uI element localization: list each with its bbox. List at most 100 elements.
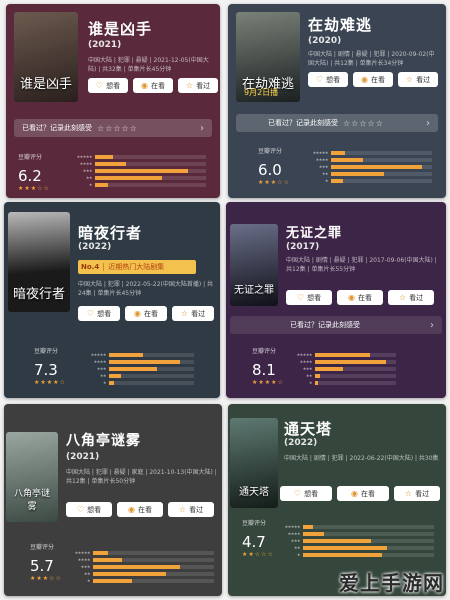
rating-bar-track <box>331 157 432 162</box>
want-to-watch-button[interactable]: ♡ 想看 <box>88 78 128 93</box>
drama-year: (2022) <box>284 438 318 448</box>
star-level-icon: ★★★ <box>302 366 313 371</box>
rating-bar-fill <box>303 552 382 557</box>
star-level-icon: ★★★★★ <box>76 154 93 159</box>
star-level-icon: ★★ <box>321 171 329 176</box>
rating-distribution: ★★★★★ ★★★★ ★★★ ★★ ★ <box>312 150 432 185</box>
rating-bar-fill <box>331 150 346 155</box>
rating-bar-track <box>93 550 214 555</box>
rating-score: 7.3 <box>34 361 58 379</box>
rating-distribution: ★★★★★ ★★★★ ★★★ ★★ ★ <box>90 352 194 387</box>
rating-bar-track <box>95 175 206 180</box>
watching-icon: ◉ <box>134 309 141 318</box>
rating-score: 8.1 <box>252 361 276 379</box>
watched-button[interactable]: ☆ 看过 <box>178 78 218 93</box>
rating-bar-row: ★★★★ <box>76 161 206 166</box>
rating-bar-row: ★★★★ <box>90 359 194 364</box>
rating-bar-track <box>315 380 396 385</box>
rating-stars-input[interactable]: ☆☆☆☆☆ <box>97 124 138 133</box>
rating-bar-fill <box>93 557 123 562</box>
rating-bar-fill <box>95 175 162 180</box>
watching-label: 在看 <box>143 309 158 318</box>
rating-bar-fill <box>315 359 387 364</box>
rating-bar-track <box>331 178 432 183</box>
want-to-watch-button[interactable]: ♡ 想看 <box>280 486 332 501</box>
rating-block: 豆瓣评分 7.3 ★★★★☆ <box>34 346 66 386</box>
drama-title: 通天塔 <box>284 420 333 438</box>
rating-block: 豆瓣评分 6.0 ★★★☆☆ <box>258 146 290 186</box>
rating-bar-row: ★ <box>312 178 432 183</box>
rating-bar-fill <box>331 178 344 183</box>
want-label: 想看 <box>97 309 112 318</box>
watched-label: 看过 <box>191 309 206 318</box>
drama-card-4: 无证之罪 无证之罪 (2017) 中国大陆 | 剧情 | 悬疑 | 犯罪 | 2… <box>226 202 446 398</box>
star-level-icon: ★★★★★ <box>90 352 107 357</box>
want-to-watch-button[interactable]: ♡ 想看 <box>66 502 112 517</box>
rating-block: 豆瓣评分 6.2 ★★★☆☆ <box>18 152 50 192</box>
star-level-icon: ★★★★★ <box>312 150 329 155</box>
watching-button[interactable]: ◉ 在看 <box>337 486 389 501</box>
rating-score: 6.2 <box>18 167 42 185</box>
watching-button[interactable]: ◉ 在看 <box>353 72 393 87</box>
star-level-icon: ★★★★ <box>93 359 107 364</box>
watched-button[interactable]: ☆ 看过 <box>172 306 214 321</box>
poster[interactable]: 谁是凶手 <box>14 12 78 102</box>
star-level-icon: ★★ <box>293 545 301 550</box>
watermark-text: 爱上手游网 <box>339 571 444 595</box>
rating-bar-fill <box>109 380 115 385</box>
watching-button[interactable]: ◉ 在看 <box>125 306 167 321</box>
watching-icon: ◉ <box>141 81 148 90</box>
poster[interactable]: 八角亭谜雾 <box>6 432 58 522</box>
rating-block: 豆瓣评分 8.1 ★★★★☆ <box>252 346 284 386</box>
rank-text: 近期热门大陆剧集 <box>108 263 165 271</box>
rate-now-bar[interactable]: 已看过？记录此刻感受 ☆☆☆☆☆ › <box>14 119 212 137</box>
star-icon: ☆ <box>185 81 194 90</box>
rating-label: 豆瓣评分 <box>34 348 59 355</box>
drama-title: 在劫难逃 <box>308 16 373 34</box>
watched-label: 看过 <box>416 75 431 84</box>
rating-mini-stars: ★★★★☆ <box>34 379 66 386</box>
rating-mini-stars: ★★★★☆ <box>252 379 284 386</box>
watched-button[interactable]: ☆ 看过 <box>398 72 438 87</box>
action-buttons: ♡ 想看 ◉ 在看 ☆ 看过 <box>280 486 440 501</box>
poster[interactable]: 在劫难逃 9月2日播 <box>236 12 300 102</box>
star-icon: ☆ <box>404 489 413 498</box>
rate-now-bar[interactable]: 已看过？记录此刻感受 › <box>230 316 442 334</box>
rating-bar-fill <box>109 352 143 357</box>
rating-bar-row: ★ <box>284 552 434 557</box>
poster-text: 谁是凶手 <box>19 77 72 92</box>
watching-button[interactable]: ◉ 在看 <box>337 290 383 305</box>
rating-distribution: ★★★★★ ★★★★ ★★★ ★★ ★ <box>76 154 206 189</box>
rating-bar-fill <box>109 359 181 364</box>
want-to-watch-button[interactable]: ♡ 想看 <box>308 72 348 87</box>
watched-button[interactable]: ☆ 看过 <box>388 290 434 305</box>
poster-text: 暗夜行者 <box>12 287 65 302</box>
poster[interactable]: 通天塔 <box>230 418 278 508</box>
rating-bar-fill <box>109 366 157 371</box>
rating-bar-track <box>315 352 396 357</box>
watching-icon: ◉ <box>351 489 358 498</box>
action-buttons: ♡ 想看 ◉ 在看 ☆ 看过 <box>308 72 438 87</box>
rating-distribution: ★★★★★ ★★★★ ★★★ ★★ ★ <box>296 352 396 387</box>
hot-rank-badge[interactable]: No.4 近期热门大陆剧集 <box>78 260 196 274</box>
drama-card-5: 八角亭谜雾 八角亭谜雾 (2021) 中国大陆 | 犯罪 | 悬疑 | 家庭 |… <box>4 404 222 596</box>
star-level-icon: ★ <box>296 552 301 557</box>
rating-stars-input[interactable]: ☆☆☆☆☆ <box>343 119 384 128</box>
watching-button[interactable]: ◉ 在看 <box>133 78 173 93</box>
star-level-icon: ★★★★ <box>77 557 91 562</box>
want-to-watch-button[interactable]: ♡ 想看 <box>78 306 120 321</box>
want-label: 想看 <box>304 489 319 498</box>
heart-icon: ♡ <box>95 81 104 90</box>
rate-now-bar[interactable]: 已看过？记录此刻感受 ☆☆☆☆☆ › <box>236 114 438 132</box>
star-level-icon: ★ <box>308 380 313 385</box>
want-to-watch-button[interactable]: ♡ 想看 <box>286 290 332 305</box>
poster[interactable]: 暗夜行者 <box>8 212 70 312</box>
watching-button[interactable]: ◉ 在看 <box>117 502 163 517</box>
action-buttons: ♡ 想看 ◉ 在看 ☆ 看过 <box>78 306 214 321</box>
poster[interactable]: 无证之罪 <box>230 224 278 306</box>
watched-button[interactable]: ☆ 看过 <box>168 502 214 517</box>
drama-year: (2021) <box>88 40 122 50</box>
rating-bar-track <box>95 161 206 166</box>
watched-button[interactable]: ☆ 看过 <box>394 486 440 501</box>
rating-label: 豆瓣评分 <box>18 154 43 161</box>
